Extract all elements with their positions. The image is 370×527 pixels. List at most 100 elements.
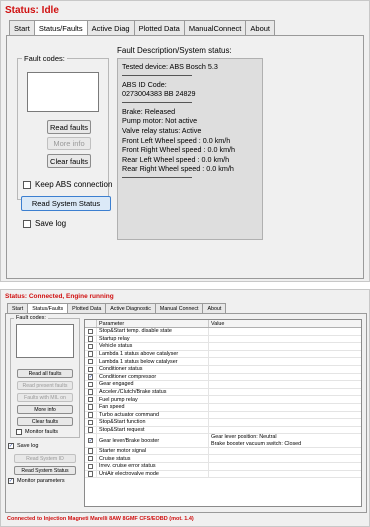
- table-row[interactable]: Acceler./Clutch/Brake status: [85, 388, 361, 397]
- row-checkbox[interactable]: [87, 396, 94, 403]
- row-checkbox[interactable]: [87, 366, 94, 373]
- tab-about[interactable]: About: [202, 303, 227, 313]
- tab-active-diagnostic[interactable]: Active Diagnostic: [105, 303, 156, 313]
- tab-start[interactable]: Start: [7, 303, 29, 313]
- parameter-name: Fan speed: [97, 403, 209, 411]
- row-checkbox[interactable]: [87, 448, 94, 454]
- row-checkbox[interactable]: [87, 471, 94, 477]
- table-row[interactable]: Stop&Start function: [85, 419, 361, 427]
- table-row[interactable]: Irrev. cruise error status: [85, 463, 361, 471]
- table-row[interactable]: ✓ Gear lever/Brake booster Gear lever posi…: [85, 434, 361, 448]
- row-checkbox-cell: ✓: [85, 434, 97, 447]
- tested-device-text: Tested device: ABS Bosch 5.3: [122, 62, 218, 71]
- row-checkbox[interactable]: [87, 389, 94, 395]
- row-checkbox-cell: [85, 426, 97, 434]
- table-row[interactable]: ✓ Conditioner compressor: [85, 373, 361, 382]
- table-row[interactable]: Stop&Start temp. disable state: [85, 328, 361, 336]
- tab-plotted-data[interactable]: Plotted Data: [67, 303, 107, 313]
- table-row[interactable]: Startup relay: [85, 335, 361, 344]
- monitor-faults-checkbox[interactable]: Monitor faults: [16, 429, 58, 435]
- checkbox-box: ✓: [8, 442, 14, 449]
- tab-about[interactable]: About: [245, 20, 275, 35]
- checkbox-box: ✓: [8, 477, 14, 484]
- parameter-value: [209, 358, 361, 365]
- checkbox-box: [16, 429, 22, 435]
- table-row[interactable]: Stop&Start request: [85, 426, 361, 435]
- row-checkbox[interactable]: [87, 404, 94, 410]
- row-checkbox[interactable]: [87, 419, 94, 426]
- parameter-value: [209, 374, 361, 381]
- parameter-name: Acceler./Clutch/Brake status: [97, 388, 209, 396]
- tab-manual-connect[interactable]: Manual Connect: [154, 303, 204, 313]
- table-row[interactable]: UniAir electrovalve mode: [85, 470, 361, 479]
- row-checkbox-cell: ✓: [85, 373, 97, 381]
- fault-codes-list[interactable]: [16, 324, 74, 358]
- more-info-button[interactable]: More info: [17, 405, 73, 414]
- header-value[interactable]: Value: [209, 320, 361, 327]
- row-checkbox-cell: [85, 447, 97, 455]
- row-checkbox-cell: [85, 455, 97, 462]
- connection-footer: Connected to Injection Magneti Marelli 8…: [7, 516, 194, 522]
- row-checkbox[interactable]: ✓: [87, 374, 94, 380]
- table-row[interactable]: Gear engaged: [85, 381, 361, 389]
- keep-abs-connection-checkbox[interactable]: Keep ABS connection: [23, 180, 112, 189]
- parameter-value: Gear lever position: Neutral Brake boost…: [211, 434, 302, 447]
- row-checkbox[interactable]: [87, 328, 94, 335]
- fault-description-label: Fault Description/System status:: [117, 46, 232, 55]
- row-checkbox[interactable]: [87, 351, 94, 357]
- row-checkbox[interactable]: [87, 427, 94, 433]
- more-info-button[interactable]: More info: [47, 137, 91, 150]
- read-system-status-button[interactable]: Read System Status: [14, 466, 76, 475]
- read-faults-button[interactable]: Read faults: [47, 120, 91, 134]
- save-log-checkbox[interactable]: Save log: [23, 219, 66, 228]
- row-checkbox[interactable]: [87, 463, 94, 470]
- read-system-status-button[interactable]: Read System Status: [21, 196, 111, 211]
- parameter-name: Stop&Start function: [97, 419, 209, 426]
- row-checkbox-cell: [85, 335, 97, 343]
- tab-start[interactable]: Start: [9, 20, 35, 35]
- table-row[interactable]: Lambda 1 status above catalyser: [85, 350, 361, 359]
- header-parameter[interactable]: Parameter: [97, 320, 209, 327]
- separator: [122, 176, 192, 178]
- row-checkbox[interactable]: [87, 343, 94, 350]
- tab-manual-connect[interactable]: ManualConnect: [183, 20, 247, 35]
- parameter-value: [209, 455, 361, 462]
- fault-codes-list[interactable]: [27, 72, 99, 112]
- table-row[interactable]: Vehicle status: [85, 343, 361, 351]
- tab-bar: Start Status/Faults Plotted Data Active …: [7, 302, 227, 314]
- save-log-checkbox[interactable]: ✓ Save log: [8, 443, 38, 449]
- parameter-name: Conditioner compressor: [97, 373, 209, 381]
- table-row[interactable]: Lambda 1 status below catalyser: [85, 358, 361, 366]
- row-checkbox[interactable]: [87, 455, 94, 462]
- table-row[interactable]: Turbo actuator command: [85, 411, 361, 420]
- table-row[interactable]: Cruise status: [85, 455, 361, 463]
- parameter-value: [209, 351, 361, 358]
- row-checkbox[interactable]: [87, 381, 94, 388]
- row-checkbox[interactable]: [87, 336, 94, 342]
- monitor-parameters-label: Monitor parameters: [17, 478, 65, 484]
- tab-active-diag[interactable]: Active Diag: [86, 20, 135, 35]
- tab-status-faults[interactable]: Status/Faults: [33, 20, 88, 36]
- table-row[interactable]: Conditioner status: [85, 365, 361, 374]
- read-all-faults-button[interactable]: Read all faults: [17, 369, 73, 378]
- clear-faults-button[interactable]: Clear faults: [17, 417, 73, 426]
- fault-codes-label: Fault codes:: [14, 315, 48, 321]
- row-checkbox[interactable]: [87, 412, 94, 418]
- row-checkbox[interactable]: [87, 358, 94, 365]
- read-system-id-button[interactable]: Read System ID: [14, 454, 76, 463]
- monitor-parameters-checkbox[interactable]: ✓ Monitor parameters: [8, 478, 65, 484]
- tab-plotted-data[interactable]: Plotted Data: [133, 20, 185, 35]
- engine-window: Status: Connected, Engine running Start …: [0, 289, 370, 527]
- read-present-faults-button[interactable]: Read present faults: [17, 381, 73, 390]
- parameters-table[interactable]: Parameter Value Stop&Start temp. disable…: [84, 319, 362, 507]
- parameter-name: Gear engaged: [97, 381, 209, 388]
- parameter-value: [209, 404, 361, 411]
- parameter-name: Irrev. cruise error status: [97, 463, 209, 470]
- row-checkbox[interactable]: ✓: [87, 437, 94, 444]
- table-row[interactable]: Starter motor signal: [85, 447, 361, 456]
- faults-with-mil-button[interactable]: Faults with MIL on: [17, 393, 73, 402]
- table-row[interactable]: Fan speed: [85, 403, 361, 412]
- clear-faults-button[interactable]: Clear faults: [47, 154, 91, 168]
- separator: [122, 101, 192, 103]
- table-row[interactable]: Fuel pump relay: [85, 396, 361, 404]
